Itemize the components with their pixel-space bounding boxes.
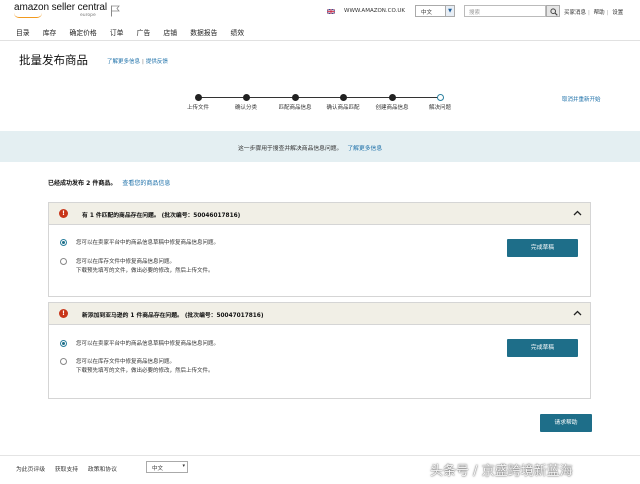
language-value: 中文 [421, 10, 433, 16]
step-label: 上传文件 [186, 105, 210, 111]
info-text: 这一步骤用于搜查并解决商品信息问题。 了解更多信息 [238, 143, 382, 152]
chevron-down-icon: ▾ [182, 463, 185, 469]
chevron-up-icon[interactable] [573, 309, 582, 317]
step-label: 确认分类 [234, 105, 258, 111]
fix-option-file-line2: 下载预先填写的文件，做出必要的修改，然后上传文件。 [76, 368, 214, 374]
top-bar: amazon seller central europe WWW.AMAZON.… [0, 0, 640, 22]
learn-more-link[interactable]: 了解更多信息 [107, 59, 140, 65]
nav-item-reports[interactable]: 数据报告 [190, 29, 217, 37]
page-title: 批量发布商品 [19, 53, 88, 67]
amazon-seller-central-logo[interactable]: amazon seller central europe [14, 2, 107, 18]
chevron-up-icon[interactable] [573, 209, 582, 217]
nav-item-performance[interactable]: 绩效 [231, 29, 245, 37]
step-dot [291, 94, 299, 101]
footer-language-select[interactable]: 中文 ▾ [146, 461, 188, 473]
watermark: 头条号 / 京盛跨境新蓝海 [430, 464, 573, 479]
radio-selected[interactable] [60, 340, 67, 347]
issue-card: ! 有 1 件匹配的商品存在问题。 (批次编号：50046017816) 您可以… [48, 202, 591, 297]
step-dot [242, 94, 250, 101]
radio-selected[interactable] [60, 239, 67, 246]
step-dot [388, 94, 396, 101]
fix-option-file-text: 您可以在库存文件中修复商品信息问题。 下载预先填写的文件，做出必要的修改，然后上… [76, 258, 214, 276]
uk-flag-icon [327, 9, 335, 14]
info-learn-more-link[interactable]: 了解更多信息 [347, 146, 382, 152]
footer-links: 为此页评级 获取支持 政策和协议 [16, 464, 125, 473]
warning-icon: ! [59, 209, 68, 218]
info-banner: 这一步骤用于搜查并解决商品信息问题。 了解更多信息 [0, 131, 640, 162]
link-settings[interactable]: 设置 [612, 10, 623, 16]
logo-region: europe [80, 13, 96, 18]
chevron-down-icon: ▼ [445, 6, 454, 16]
top-links: 买家消息 | 帮助 | 设置 [564, 8, 625, 16]
footer-link-policies[interactable]: 政策和协议 [88, 467, 117, 473]
request-help-button[interactable]: 请求帮助 [540, 414, 592, 432]
warning-icon: ! [59, 309, 68, 318]
search-button[interactable] [546, 5, 560, 17]
fix-option-file-text: 您可以在库存文件中修复商品信息问题。 下载预先填写的文件，做出必要的修改，然后上… [76, 358, 214, 376]
step-label: 确认商品匹配 [326, 105, 360, 111]
separator: | [606, 10, 609, 16]
success-message: 已经成功发布 2 件商品。 查看您的商品信息 [48, 178, 170, 187]
fix-option-file-line1: 您可以在库存文件中修复商品信息问题。 [76, 259, 176, 265]
nav-item-catalog[interactable]: 目录 [16, 29, 30, 37]
search-icon [550, 8, 558, 16]
footer-language-value: 中文 [152, 466, 164, 472]
footer-divider [0, 455, 640, 456]
search-input[interactable]: 搜索 [464, 5, 546, 17]
separator: | [142, 59, 144, 65]
footer-link-rate-page[interactable]: 为此页评级 [16, 467, 45, 473]
complete-draft-button[interactable]: 完成草稿 [507, 339, 578, 357]
complete-draft-button[interactable]: 完成草稿 [507, 239, 578, 257]
nav-item-pricing[interactable]: 确定价格 [70, 29, 97, 37]
step-dot [194, 94, 202, 101]
step-label: 创建商品信息 [375, 105, 409, 111]
language-select[interactable]: 中文 ▼ [415, 5, 455, 17]
separator: | [588, 10, 590, 16]
radio-unselected[interactable] [60, 358, 67, 365]
issue-card-title: 新添加到亚马逊的 1 件商品存在问题。 (批次编号：50047017816) [82, 313, 264, 319]
step-dot-current [436, 94, 444, 101]
issue-card-title: 有 1 件匹配的商品存在问题。 (批次编号：50046017816) [82, 213, 241, 219]
step-label: 匹配商品信息 [278, 105, 312, 111]
search-placeholder: 搜索 [469, 10, 481, 16]
logo-smile-icon [14, 13, 42, 18]
main-nav: 目录 库存 确定价格 订单 广告 店铺 数据报告 绩效 [16, 27, 255, 37]
success-text: 已经成功发布 2 件商品。 [48, 180, 117, 187]
fix-option-draft-text: 您可以在卖家平台中的商品信息草稿中修复商品信息问题。 [76, 341, 220, 347]
progress-stepper: 上传文件 确认分类 匹配商品信息 确认商品匹配 创建商品信息 解决问题 [0, 92, 640, 112]
cancel-restart-link[interactable]: 取消并重新开始 [562, 95, 601, 103]
marketplace-domain[interactable]: WWW.AMAZON.CO.UK [344, 8, 405, 14]
nav-item-advertising[interactable]: 广告 [137, 29, 151, 37]
feedback-link[interactable]: 提供反馈 [146, 59, 168, 65]
title-links: 了解更多信息 | 提供反馈 [107, 57, 168, 65]
nav-divider [0, 40, 640, 41]
radio-unselected[interactable] [60, 258, 67, 265]
info-message: 这一步骤用于搜查并解决商品信息问题。 [238, 146, 343, 152]
issue-card-header[interactable]: ! 有 1 件匹配的商品存在问题。 (批次编号：50046017816) [49, 203, 590, 225]
nav-item-orders[interactable]: 订单 [110, 29, 124, 37]
nav-item-stores[interactable]: 店铺 [163, 29, 177, 37]
view-listings-link[interactable]: 查看您的商品信息 [122, 180, 170, 187]
fix-option-file-line2: 下载预先填写的文件，做出必要的修改，然后上传文件。 [76, 268, 214, 274]
issue-card: ! 新添加到亚马逊的 1 件商品存在问题。 (批次编号：50047017816)… [48, 302, 591, 399]
nav-item-inventory[interactable]: 库存 [43, 29, 57, 37]
fix-option-draft-text: 您可以在卖家平台中的商品信息草稿中修复商品信息问题。 [76, 240, 220, 246]
step-dot [339, 94, 347, 101]
logo-text: amazon seller central [14, 2, 107, 13]
flag-icon[interactable] [110, 5, 120, 17]
footer-link-support[interactable]: 获取支持 [55, 467, 78, 473]
link-buyer-messages[interactable]: 买家消息 [564, 10, 586, 16]
fix-option-file-line1: 您可以在库存文件中修复商品信息问题。 [76, 359, 176, 365]
link-help[interactable]: 帮助 [594, 10, 605, 16]
issue-card-header[interactable]: ! 新添加到亚马逊的 1 件商品存在问题。 (批次编号：50047017816) [49, 303, 590, 325]
step-label: 解决问题 [428, 105, 452, 111]
progress-line [198, 97, 440, 98]
